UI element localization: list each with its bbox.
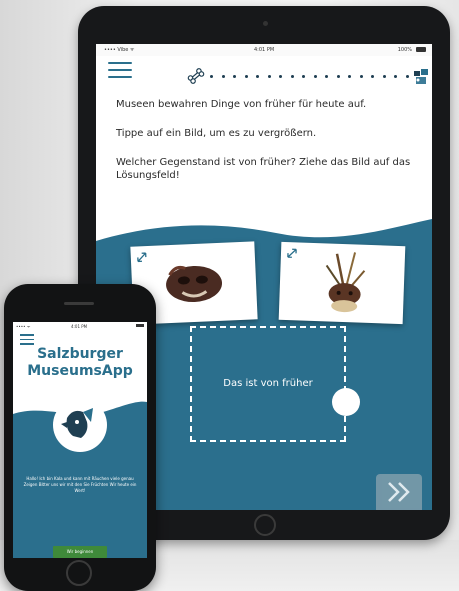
progress-dot xyxy=(267,75,271,78)
progress-dot xyxy=(221,75,225,78)
instruction-line-1: Museen bewahren Dinge von früher für heu… xyxy=(116,99,367,110)
progress-dot xyxy=(371,75,375,78)
progress-dot xyxy=(406,75,409,78)
status-carrier: •••• ᯤ xyxy=(16,324,31,329)
wooden-mask-image xyxy=(166,265,223,303)
status-time: 4:01 PM xyxy=(71,324,88,329)
progress-dot xyxy=(382,75,386,78)
drag-handle-circle[interactable] xyxy=(332,388,360,416)
progress-dot xyxy=(348,75,352,78)
museum-logo xyxy=(53,398,107,452)
progress-dot xyxy=(210,75,213,78)
progress-dot xyxy=(279,75,283,78)
tablet-status-bar: •••• Vibe ᯤ 4:01 PM 100% xyxy=(96,44,432,56)
status-time: 4:01 PM xyxy=(254,47,275,53)
status-battery: 100% xyxy=(397,47,412,53)
progress-dot xyxy=(325,75,329,78)
app-title-line-2: MuseumsApp xyxy=(27,363,133,379)
progress-dot xyxy=(302,75,306,78)
battery-icon xyxy=(136,324,144,327)
instructions: Museen bewahren Dinge von früher für heu… xyxy=(116,98,426,198)
double-chevron-right-icon xyxy=(388,482,410,502)
progress-dot xyxy=(256,75,260,78)
phone-device: •••• ᯤ 4:01 PM Salzburger MuseumsApp Hal… xyxy=(4,284,156,591)
progress-dot xyxy=(290,75,294,78)
phone-speaker xyxy=(64,302,94,305)
battery-icon xyxy=(416,47,426,52)
app-title-line-1: Salzburger xyxy=(37,346,123,362)
solution-drop-zone[interactable]: Das ist von früher xyxy=(190,326,346,442)
phone-status-bar: •••• ᯤ 4:01 PM xyxy=(13,322,147,330)
tablet-home-button[interactable] xyxy=(254,514,276,536)
progress-dot xyxy=(336,75,340,78)
tablet-camera xyxy=(263,21,268,26)
intro-text: Hallo! Ich bin Kala und kann mit Räuchen… xyxy=(23,476,137,493)
goal-icon xyxy=(414,69,428,84)
drop-zone-label: Das ist von früher xyxy=(223,378,313,389)
next-button[interactable] xyxy=(376,474,422,510)
status-carrier: •••• Vibe ᯤ xyxy=(104,47,135,53)
start-button[interactable]: Wir beginnen xyxy=(53,546,107,558)
progress-track xyxy=(186,66,428,86)
hamburger-menu-icon[interactable] xyxy=(108,62,132,80)
expand-arrows-icon[interactable] xyxy=(137,252,147,263)
progress-dot xyxy=(244,75,248,78)
progress-dot xyxy=(313,75,317,78)
feathered-headdress-image xyxy=(325,252,366,313)
app-title: Salzburger MuseumsApp xyxy=(13,346,147,380)
progress-dot xyxy=(233,75,237,78)
expand-arrows-icon[interactable] xyxy=(287,248,297,258)
image-card-headdress[interactable] xyxy=(278,241,406,325)
bone-icon xyxy=(187,68,205,84)
instruction-line-2: Tippe auf ein Bild, um es zu vergrößern. xyxy=(116,128,317,139)
dog-mascot-icon xyxy=(61,408,93,438)
phone-home-button[interactable] xyxy=(66,560,92,586)
progress-dot xyxy=(394,75,398,78)
phone-screen: •••• ᯤ 4:01 PM Salzburger MuseumsApp Hal… xyxy=(13,322,147,558)
progress-dot xyxy=(359,75,363,78)
instruction-line-3: Welcher Gegenstand ist von früher? Ziehe… xyxy=(116,157,411,181)
